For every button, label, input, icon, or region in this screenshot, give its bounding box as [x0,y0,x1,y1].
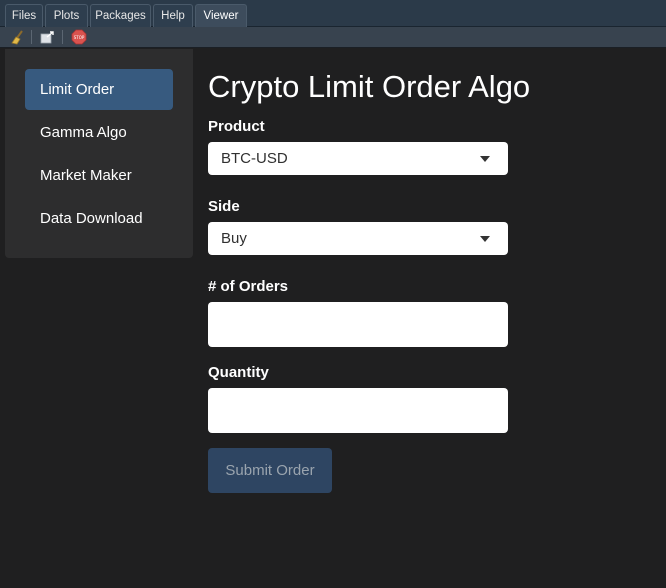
broom-icon[interactable] [9,29,27,45]
tab-viewer[interactable]: Viewer [195,4,247,27]
side-select-value: Buy [221,230,247,247]
side-select[interactable]: Buy [208,222,508,255]
tab-plots[interactable]: Plots [45,4,88,27]
product-select[interactable]: BTC-USD [208,142,508,175]
sidebar-item-limit-order[interactable]: Limit Order [25,69,173,110]
stop-icon[interactable]: STOP [70,29,88,45]
quantity-label: Quantity [208,364,269,381]
sidebar-item-data-download[interactable]: Data Download [25,198,173,239]
toolbar-divider [62,30,63,44]
submit-order-button[interactable]: Submit Order [208,448,332,493]
svg-text:STOP: STOP [74,35,85,40]
tab-packages[interactable]: Packages [90,4,151,27]
page-title: Crypto Limit Order Algo [208,69,531,104]
side-label: Side [208,198,240,215]
chevron-down-icon [480,156,490,162]
product-label: Product [208,118,265,135]
toolbar-divider [31,30,32,44]
export-icon[interactable] [38,29,56,45]
quantity-input[interactable] [208,388,508,433]
product-select-value: BTC-USD [221,150,288,167]
viewer-toolbar: STOP [0,27,666,48]
sidebar-item-market-maker[interactable]: Market Maker [25,155,173,196]
sidebar-nav: Limit Order Gamma Algo Market Maker Data… [5,49,193,258]
sidebar-item-gamma-algo[interactable]: Gamma Algo [25,112,173,153]
pane-tab-bar: Files Plots Packages Help Viewer [0,0,666,27]
tab-help[interactable]: Help [153,4,193,27]
num-orders-label: # of Orders [208,278,289,295]
tab-files[interactable]: Files [5,4,43,27]
chevron-down-icon [480,236,490,242]
num-orders-input[interactable] [208,302,508,347]
